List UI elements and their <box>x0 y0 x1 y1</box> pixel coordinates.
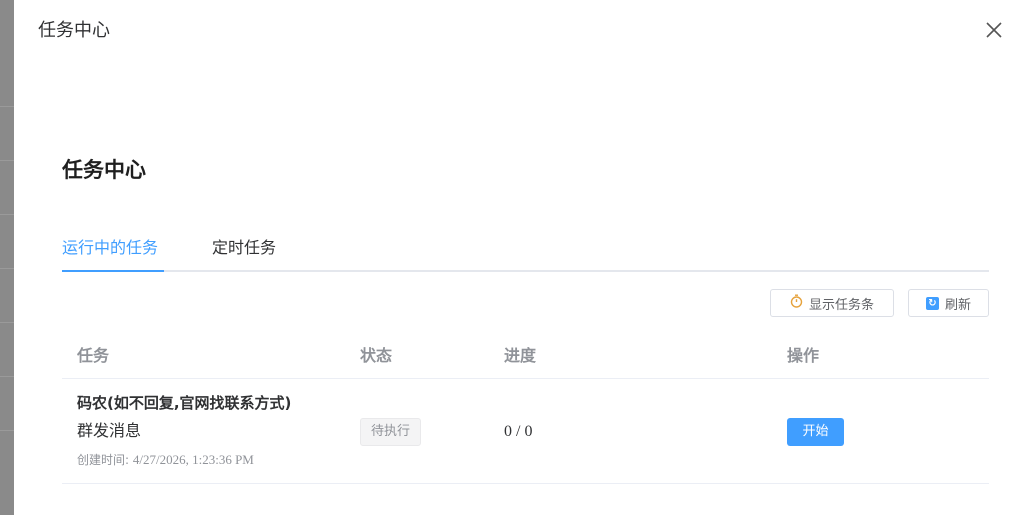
drawer-title: 任务中心 <box>38 20 110 41</box>
tabs-divider <box>62 270 989 272</box>
status-badge: 待执行 <box>360 418 422 446</box>
close-icon[interactable] <box>984 20 1004 40</box>
task-tabs: 运行中的任务 定时任务 <box>62 226 989 272</box>
column-header-status: 状态 <box>360 346 393 365</box>
refresh-button[interactable]: ↻ 刷新 <box>908 289 989 317</box>
refresh-label: 刷新 <box>944 297 971 313</box>
progress-value: 0 / 0 <box>504 423 533 440</box>
created-timestamp: 4/27/2026, 1:23:36 PM <box>132 452 254 467</box>
task-created-time: 创建时间: 4/27/2026, 1:23:36 PM <box>77 451 254 469</box>
created-label: 创建时间: <box>77 453 130 467</box>
active-tab-indicator <box>62 270 164 272</box>
tab-scheduled-tasks[interactable]: 定时任务 <box>212 236 276 260</box>
column-header-task: 任务 <box>77 346 110 365</box>
task-name: 码农(如不回复,官网找联系方式) <box>77 394 292 412</box>
column-header-progress: 进度 <box>504 346 537 365</box>
column-header-operation: 操作 <box>787 346 820 365</box>
overlay-backdrop[interactable] <box>0 0 14 515</box>
refresh-icon: ↻ <box>925 296 939 310</box>
start-button[interactable]: 开始 <box>787 418 844 446</box>
header-divider <box>62 378 989 379</box>
show-taskbar-button[interactable]: 显示任务条 <box>770 289 894 317</box>
show-taskbar-label: 显示任务条 <box>808 297 874 313</box>
task-type: 群发消息 <box>77 421 142 440</box>
task-center-drawer: 任务中心 任务中心 运行中的任务 定时任务 显示任务条 ↻ 刷新 任务 状态 进… <box>14 0 1024 515</box>
row-divider <box>62 483 989 484</box>
stopwatch-icon <box>790 294 803 312</box>
tab-running-tasks[interactable]: 运行中的任务 <box>62 236 158 260</box>
page-title: 任务中心 <box>62 158 146 182</box>
